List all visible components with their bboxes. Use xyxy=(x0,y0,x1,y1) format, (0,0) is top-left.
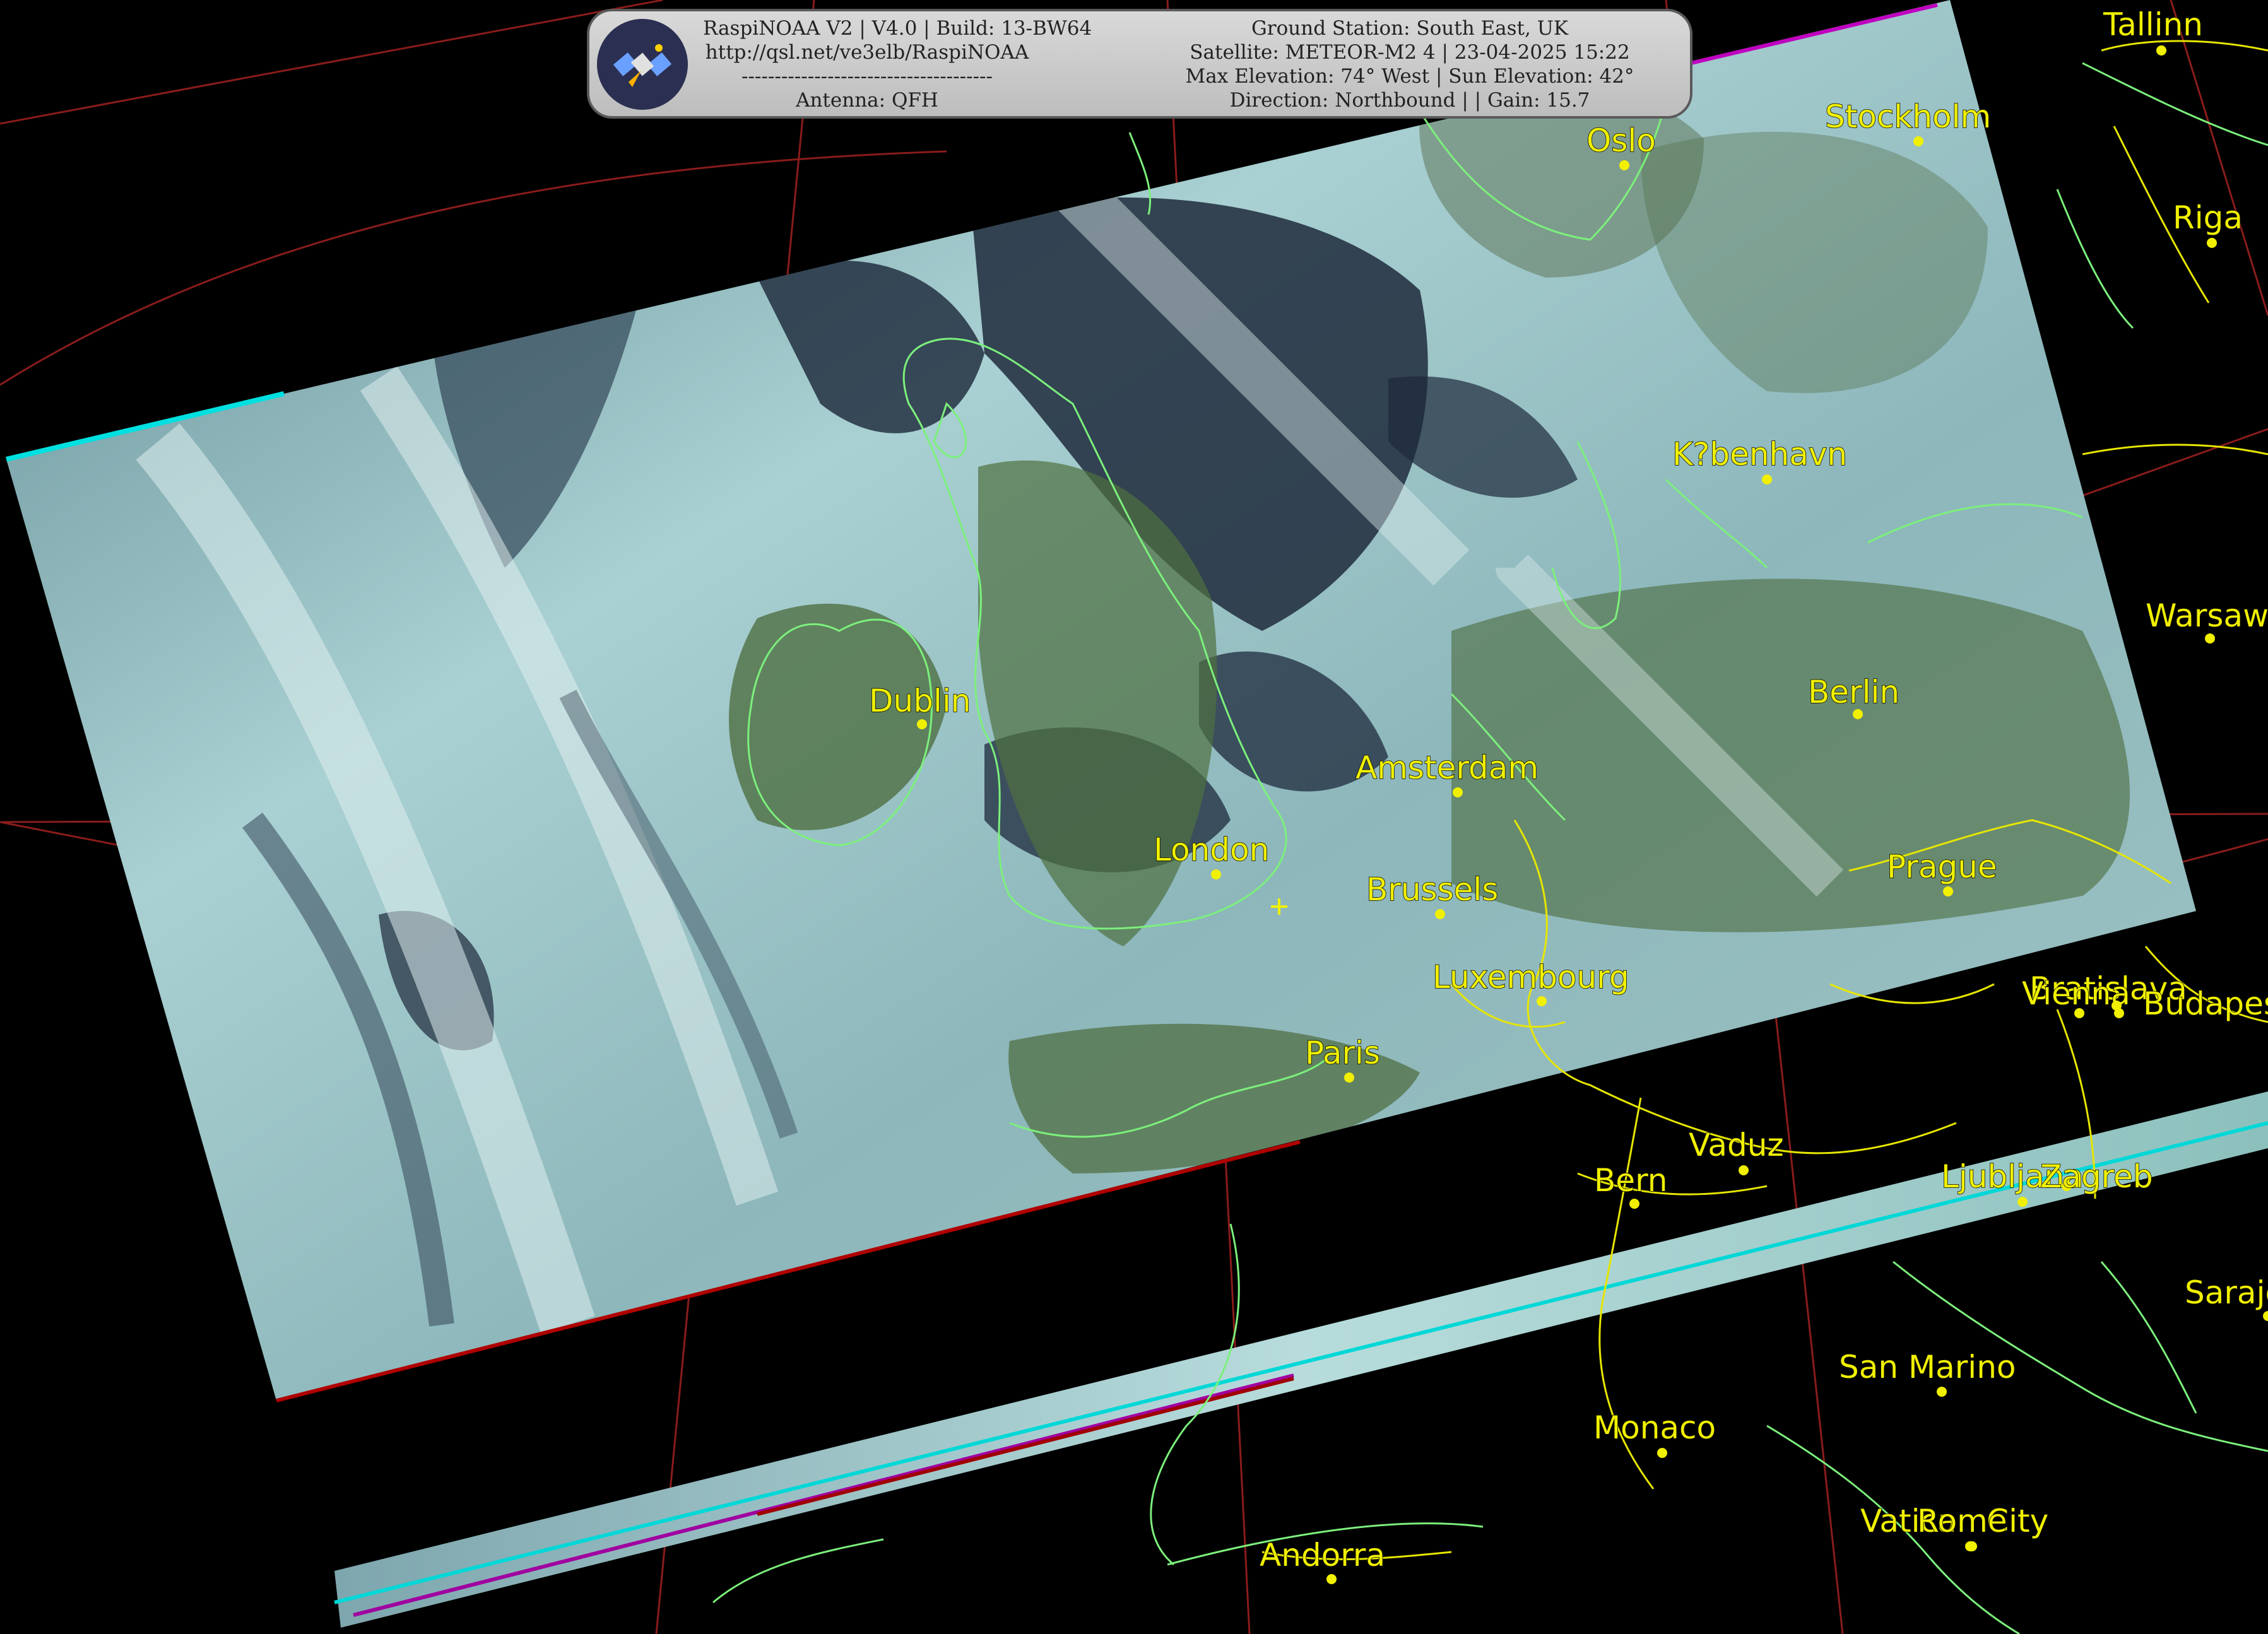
city-label: Vaduz xyxy=(1689,1127,1784,1163)
city-label: Amsterdam xyxy=(1355,749,1539,786)
direction-info: Direction: Northbound | | Gain: 15.7 xyxy=(1229,89,1590,112)
city-marker xyxy=(1326,1574,1337,1584)
satellite-map: Tallinn Stockholm Oslo Riga K?benhavn Warsaw B… xyxy=(0,0,2268,1634)
header-right-column: Ground Station: South East, UK Satellite… xyxy=(1138,16,1681,112)
city-label: Berlin xyxy=(1808,674,1899,710)
city-marker xyxy=(1435,909,1445,919)
city-label: Brussels xyxy=(1366,871,1498,908)
satellite-icon xyxy=(597,19,688,110)
city-marker xyxy=(1937,1387,1947,1397)
city-marker xyxy=(1943,886,1953,896)
city-marker xyxy=(2263,1311,2268,1321)
city-label: Paris xyxy=(1305,1035,1380,1071)
city-label: Monaco xyxy=(1593,1409,1716,1446)
city-label: K?benhavn xyxy=(1672,436,1847,473)
city-label: Luxembourg xyxy=(1432,959,1629,996)
city-marker xyxy=(1739,1165,1749,1175)
header-divider: -------------------------------------- xyxy=(741,65,993,88)
city-label: Andorra xyxy=(1260,1537,1385,1573)
city-label: Warsaw xyxy=(2146,597,2268,634)
city-marker xyxy=(2111,1001,2122,1011)
city-marker xyxy=(1211,869,1221,879)
app-version: RaspiNOAA V2 | V4.0 | Build: 13-BW64 xyxy=(703,17,1092,40)
city-label: Prague xyxy=(1887,849,1997,885)
city-marker xyxy=(1853,709,1863,719)
city-label: Dublin xyxy=(869,683,971,719)
city-marker xyxy=(1913,136,1923,146)
city-marker xyxy=(2207,238,2217,248)
city-label: Stockholm xyxy=(1825,98,1991,135)
city-label: Zagreb xyxy=(2040,1158,2153,1195)
city-label: Rome xyxy=(1917,1503,2007,1539)
ground-station-info: Ground Station: South East, UK xyxy=(1251,17,1568,40)
city-label: Budapest xyxy=(2143,985,2268,1022)
elevation-info: Max Elevation: 74° West | Sun Elevation:… xyxy=(1185,65,1634,88)
city-marker xyxy=(1657,1448,1667,1458)
city-label: London xyxy=(1154,832,1269,868)
city-marker xyxy=(1453,787,1463,797)
city-marker xyxy=(2156,45,2166,56)
city-marker xyxy=(2017,1197,2028,1207)
city-marker xyxy=(2205,633,2215,644)
city-marker xyxy=(1619,160,1629,170)
project-url: http://qsl.net/ve3elb/RaspiNOAA xyxy=(705,41,1029,64)
header-left-column: RaspiNOAA V2 | V4.0 | Build: 13-BW64 htt… xyxy=(703,16,1092,112)
city-marker xyxy=(1762,474,1772,485)
city-label: Bern xyxy=(1594,1162,1667,1199)
city-marker xyxy=(917,719,927,729)
city-label: San Marino xyxy=(1839,1349,2016,1385)
city-marker xyxy=(1344,1073,1354,1083)
city-label: Sarajevo xyxy=(2185,1274,2268,1311)
satellite-info: Satellite: METEOR-M2 4 | 23-04-2025 15:2… xyxy=(1190,41,1630,64)
city-label: Riga xyxy=(2173,199,2243,236)
city-marker xyxy=(1629,1199,1639,1209)
city-marker xyxy=(1537,996,1547,1006)
antenna-info: Antenna: QFH xyxy=(796,89,938,112)
city-label: Tallinn xyxy=(2103,6,2203,43)
pass-info-header: RaspiNOAA V2 | V4.0 | Build: 13-BW64 htt… xyxy=(587,9,1692,119)
city-label: Oslo xyxy=(1586,122,1656,159)
city-marker xyxy=(1967,1541,1977,1551)
